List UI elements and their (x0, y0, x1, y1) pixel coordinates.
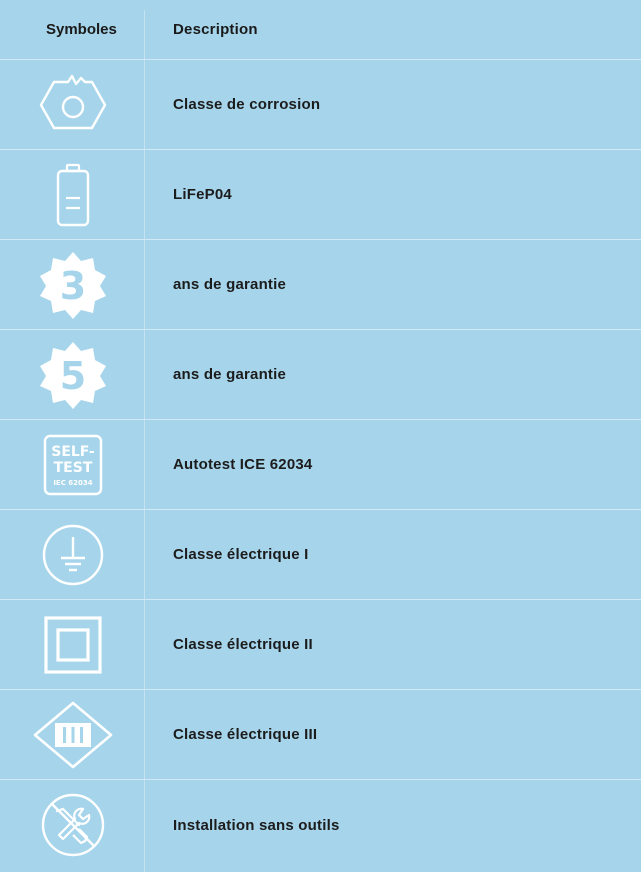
symbol-cell (0, 510, 145, 599)
symbol-cell: SELF- TEST IEC 62034 (0, 420, 145, 509)
table-row: Classe électrique III (0, 690, 641, 780)
self-test-line1: SELF- (51, 444, 95, 460)
battery-icon (56, 163, 89, 226)
row-description: ans de garantie (173, 276, 287, 293)
warranty-badge-number: 3 (59, 264, 85, 308)
self-test-line3: IEC 62034 (53, 479, 92, 487)
self-test-line2: TEST (53, 460, 92, 476)
table-row: Installation sans outils (0, 780, 641, 870)
double-square-icon (43, 615, 102, 674)
symbol-cell (0, 60, 145, 149)
symbol-cell: 3 (0, 240, 145, 329)
warranty-5-icon: 5 (39, 341, 106, 409)
table-row: 3 ans de garantie (0, 240, 641, 330)
row-description: LiFeP04 (173, 186, 232, 203)
warranty-3-icon: 3 (39, 251, 106, 319)
symbol-cell (0, 690, 145, 779)
earth-ground-icon (42, 524, 103, 585)
table-row: LiFeP04 (0, 150, 641, 240)
table-row: Classe de corrosion (0, 60, 641, 150)
warranty-badge-number: 5 (59, 354, 85, 398)
symbol-cell: 5 (0, 330, 145, 419)
row-description: ans de garantie (173, 366, 287, 383)
table-row: Classe électrique I (0, 510, 641, 600)
row-description: Classe électrique II (173, 636, 313, 653)
table-row: SELF- TEST IEC 62034 Autotest ICE 62034 (0, 420, 641, 510)
table-row: Classe électrique II (0, 600, 641, 690)
no-tools-icon (41, 793, 104, 857)
symbol-cell (0, 150, 145, 239)
row-description: Classe électrique I (173, 546, 309, 563)
symbols-table: Symboles Description Classe de corrosion… (0, 0, 641, 872)
table-row: 5 ans de garantie (0, 330, 641, 420)
row-description: Classe électrique III (173, 726, 318, 743)
symbol-cell (0, 780, 145, 870)
row-description: Autotest ICE 62034 (173, 456, 313, 473)
diamond-iii-icon (33, 701, 112, 768)
table-header: Symboles Description (0, 0, 641, 60)
symbol-cell (0, 600, 145, 689)
self-test-icon: SELF- TEST IEC 62034 (43, 434, 102, 495)
row-description: Installation sans outils (173, 816, 340, 834)
header-description-label: Description (173, 21, 258, 38)
corrosion-class-icon (39, 74, 106, 129)
header-symbols-cell: Symboles (0, 0, 145, 59)
header-symbols-label: Symboles (46, 21, 117, 38)
row-description: Classe de corrosion (173, 96, 321, 113)
